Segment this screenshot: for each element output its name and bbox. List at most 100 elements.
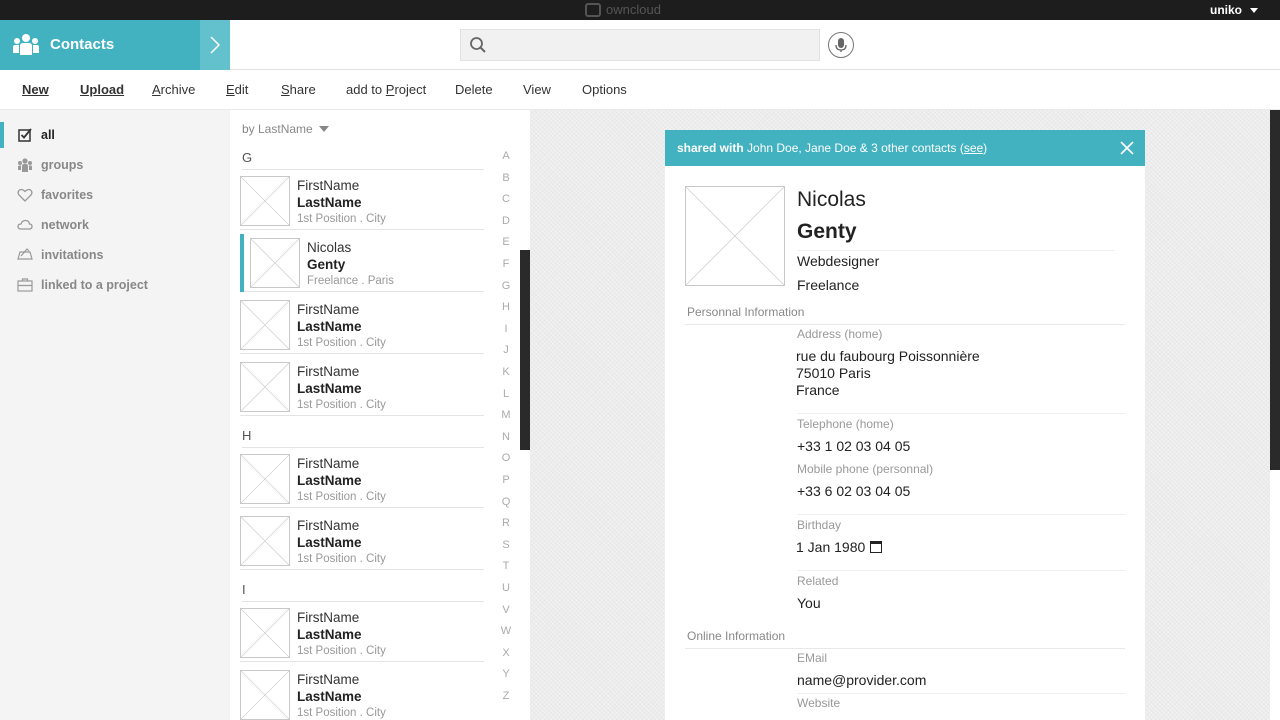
search-box[interactable] <box>460 29 820 61</box>
alphabet-index-letter[interactable]: X <box>496 647 516 659</box>
user-menu[interactable]: uniko <box>1210 3 1258 17</box>
alphabet-index-letter[interactable]: F <box>496 258 516 270</box>
view-button[interactable]: View <box>523 82 551 97</box>
new-button[interactable]: New <box>22 82 49 97</box>
contact-photo-placeholder[interactable] <box>685 186 785 286</box>
telephone-home-value[interactable]: +33 1 02 03 04 05 <box>797 438 910 455</box>
related-value: You <box>797 595 821 611</box>
alphabet-index-letter[interactable]: O <box>496 452 516 464</box>
close-icon[interactable] <box>1119 140 1135 156</box>
alphabet-index-letter[interactable]: N <box>496 431 516 443</box>
avatar-placeholder <box>240 608 290 658</box>
share-button[interactable]: Share <box>281 82 316 97</box>
expand-app-menu-button[interactable] <box>200 20 230 70</box>
avatar-placeholder <box>240 454 290 504</box>
contact-last-name: LastName <box>297 319 362 334</box>
calendar-icon[interactable] <box>870 541 883 553</box>
detail-position: Webdesigner <box>797 253 880 269</box>
detail-company: Freelance <box>797 277 860 293</box>
alphabet-index-letter[interactable]: Q <box>496 496 516 508</box>
list-scrollbar[interactable] <box>520 250 530 450</box>
alphabet-index-letter[interactable]: P <box>496 474 516 486</box>
alphabet-index-letter[interactable]: D <box>496 215 516 227</box>
alphabet-index-letter[interactable]: Z <box>496 690 516 702</box>
sidebar-item-linked-to-project[interactable]: linked to a project <box>0 272 230 298</box>
search-input[interactable] <box>493 34 813 56</box>
alphabet-index-letter[interactable]: G <box>496 280 516 292</box>
contact-list-item[interactable]: FirstName LastName 1st Position . City <box>240 666 484 720</box>
sidebar-item-groups[interactable]: groups <box>0 152 230 178</box>
contact-list-item[interactable]: FirstName LastName 1st Position . City <box>240 358 484 416</box>
contact-list-item[interactable]: FirstName LastName 1st Position . City <box>240 296 484 354</box>
detail-first-name: Nicolas <box>797 188 866 211</box>
divider <box>685 324 1125 325</box>
alphabet-index-letter[interactable]: R <box>496 517 516 529</box>
alphabet-index-letter[interactable]: B <box>496 172 516 184</box>
alphabet-index-letter[interactable]: Y <box>496 668 516 680</box>
shared-with-text: shared with John Doe, Jane Doe & 3 other… <box>677 141 988 155</box>
email-value[interactable]: name@provider.com <box>797 672 926 689</box>
birthday-field[interactable]: 1 Jan 1980 <box>796 539 883 556</box>
section-personal-info: Personnal Information <box>687 305 805 319</box>
app-tile[interactable]: Contacts <box>0 20 230 70</box>
alphabet-index-letter[interactable]: W <box>496 625 516 637</box>
alphabet-index-letter[interactable]: H <box>496 301 516 313</box>
alphabet-index-letter[interactable]: I <box>496 323 516 335</box>
alphabet-index-letter[interactable]: S <box>496 539 516 551</box>
contact-last-name: LastName <box>297 689 362 704</box>
alphabet-index-letter[interactable]: U <box>496 582 516 594</box>
contact-meta: 1st Position . City <box>297 553 386 565</box>
contact-list-item[interactable]: FirstName LastName 1st Position . City <box>240 172 484 230</box>
address-label: Address (home) <box>797 327 883 341</box>
group-icon <box>18 158 32 172</box>
sort-dropdown[interactable]: by LastName <box>242 122 329 136</box>
sidebar-item-network[interactable]: network <box>0 212 230 238</box>
sidebar-item-invitations[interactable]: invitations <box>0 242 230 268</box>
contact-list-item[interactable]: FirstName LastName 1st Position . City <box>240 450 484 508</box>
contact-list-item[interactable]: FirstName LastName 1st Position . City <box>240 604 484 662</box>
address-line-3: France <box>796 382 840 398</box>
alphabet-index-letter[interactable]: A <box>496 150 516 162</box>
add-to-project-button[interactable]: add to Project <box>346 82 426 97</box>
voice-search-button[interactable] <box>828 32 854 58</box>
alphabet-index-letter[interactable]: M <box>496 409 516 421</box>
divider <box>797 570 1125 571</box>
telephone-home-label: Telephone (home) <box>797 417 894 431</box>
owncloud-brand[interactable]: owncloud <box>585 2 661 17</box>
mobile-phone-value[interactable]: +33 6 02 03 04 05 <box>797 483 910 500</box>
alphabet-index-letter[interactable]: J <box>496 344 516 356</box>
delete-button[interactable]: Delete <box>455 82 493 97</box>
contact-meta: Freelance . Paris <box>307 275 394 287</box>
contact-first-name: FirstName <box>297 456 360 471</box>
letter-group-header: G <box>242 148 484 170</box>
alphabet-index-letter[interactable]: E <box>496 236 516 248</box>
section-online-info: Online Information <box>687 629 786 643</box>
edit-button[interactable]: Edit <box>226 82 248 97</box>
detail-scrollbar[interactable] <box>1270 110 1280 470</box>
options-button[interactable]: Options <box>582 82 627 97</box>
sidebar-item-all[interactable]: all <box>0 122 230 148</box>
alphabet-index-letter[interactable]: C <box>496 193 516 205</box>
contact-list-item-selected[interactable]: Nicolas Genty Freelance . Paris <box>240 234 484 292</box>
contact-first-name: FirstName <box>297 178 360 193</box>
contact-meta: 1st Position . City <box>297 213 386 225</box>
mobile-phone-label: Mobile phone (personnal) <box>797 462 934 476</box>
sidebar-item-favorites[interactable]: favorites <box>0 182 230 208</box>
contact-meta: 1st Position . City <box>297 645 386 657</box>
checkbox-icon <box>18 128 32 142</box>
alphabet-index-letter[interactable]: L <box>496 388 516 400</box>
contact-first-name: FirstName <box>297 302 360 317</box>
sidebar-item-label: groups <box>41 158 84 172</box>
upload-button[interactable]: Upload <box>80 82 124 97</box>
alphabet-index-letter[interactable]: K <box>496 366 516 378</box>
contact-last-name: LastName <box>297 535 362 550</box>
alphabet-index-letter[interactable]: V <box>496 604 516 616</box>
archive-button[interactable]: Archive <box>152 82 195 97</box>
briefcase-icon <box>17 278 33 292</box>
alphabet-index-letter[interactable]: T <box>496 560 516 572</box>
contact-list-item[interactable]: FirstName LastName 1st Position . City <box>240 512 484 570</box>
see-shared-link[interactable]: see <box>964 141 983 155</box>
contact-meta: 1st Position . City <box>297 399 386 411</box>
shared-with-bar: shared with John Doe, Jane Doe & 3 other… <box>665 130 1145 166</box>
active-indicator <box>0 122 4 148</box>
